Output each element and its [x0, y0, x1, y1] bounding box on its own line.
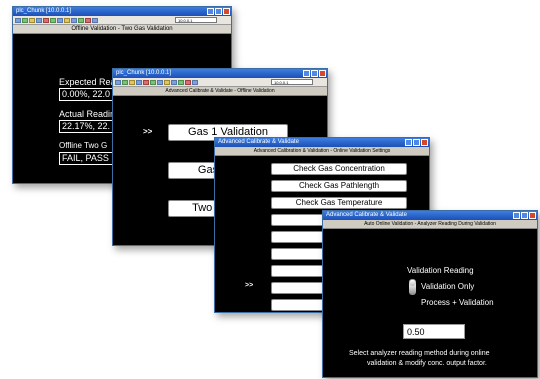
toolbar-icon[interactable] [29, 17, 35, 23]
validation-only-option[interactable]: Validation Only [421, 282, 474, 291]
screen-header: Offline Validation - Two Gas Validation [13, 25, 231, 34]
help-text-line2: validation & modify conc. output factor. [367, 360, 487, 367]
maximize-icon[interactable] [521, 212, 528, 219]
validation-reading-heading: Validation Reading [407, 266, 474, 275]
process-validation-option[interactable]: Process + Validation [421, 298, 494, 307]
toolbar-icon[interactable] [85, 17, 91, 23]
close-icon[interactable] [421, 139, 428, 146]
toolbar: 10.0.0.1 [13, 16, 231, 25]
ip-address-field[interactable]: 10.0.0.1 [175, 17, 217, 23]
window-title: Advanced Calibrate & Validate [218, 139, 299, 145]
close-icon[interactable] [223, 8, 230, 15]
toolbar-icon[interactable] [164, 79, 170, 85]
toolbar-icon[interactable] [22, 17, 28, 23]
window-title: Advanced Calibrate & Validate [326, 212, 407, 218]
window-titlebar: Advanced Calibrate & Validate [323, 211, 537, 220]
toolbar-icon[interactable] [157, 79, 163, 85]
toolbar-icon[interactable] [15, 17, 21, 23]
actual-reading-label: Actual Reading [59, 109, 121, 119]
toolbar-icon[interactable] [78, 17, 84, 23]
screen-header: Advanced Calibration & Validation - Onli… [215, 147, 429, 156]
toolbar-icon[interactable] [71, 17, 77, 23]
screen-header: Auto Online Validation - Analyzer Readin… [323, 220, 537, 229]
check-gas-pathlength-button[interactable]: Check Gas Pathlength [271, 180, 407, 192]
check-gas-temperature-button[interactable]: Check Gas Temperature [271, 197, 407, 209]
toolbar-icon[interactable] [92, 17, 98, 23]
toolbar: 10.0.0.1 [113, 78, 327, 87]
maximize-icon[interactable] [311, 70, 318, 77]
screen-header: Advanced Calibrate & Validate - Offline … [113, 87, 327, 96]
toolbar-icon[interactable] [178, 79, 184, 85]
toolbar-icon[interactable] [192, 79, 198, 85]
output-factor-input[interactable]: 0.50 [403, 324, 465, 339]
window-analyzer-reading: Advanced Calibrate & Validate Auto Onlin… [322, 210, 538, 378]
minimize-icon[interactable] [207, 8, 214, 15]
toolbar-icon[interactable] [150, 79, 156, 85]
window-title: plc_Chunk [10.0.0.1] [116, 70, 172, 76]
help-text-line1: Select analyzer reading method during on… [349, 350, 490, 357]
toolbar-icon[interactable] [50, 17, 56, 23]
toolbar-icon[interactable] [129, 79, 135, 85]
toolbar-icon[interactable] [115, 79, 121, 85]
check-gas-concentration-button[interactable]: Check Gas Concentration [271, 163, 407, 175]
toggle-knob [410, 280, 415, 286]
selection-arrow: >> [143, 127, 153, 136]
toolbar-icon[interactable] [143, 79, 149, 85]
window-titlebar: plc_Chunk [10.0.0.1] [13, 7, 231, 16]
offline-two-gas-label: Offline Two G [59, 141, 108, 150]
maximize-icon[interactable] [215, 8, 222, 15]
toolbar-icon[interactable] [43, 17, 49, 23]
selection-arrow: >> [245, 282, 254, 289]
toolbar-icon[interactable] [185, 79, 191, 85]
window-titlebar: Advanced Calibrate & Validate [215, 138, 429, 147]
toolbar-icon[interactable] [136, 79, 142, 85]
toolbar-icon[interactable] [64, 17, 70, 23]
minimize-icon[interactable] [513, 212, 520, 219]
ip-address-field[interactable]: 10.0.0.1 [271, 79, 313, 85]
window-titlebar: plc_Chunk [10.0.0.1] [113, 69, 327, 78]
maximize-icon[interactable] [413, 139, 420, 146]
minimize-icon[interactable] [303, 70, 310, 77]
toolbar-icon[interactable] [57, 17, 63, 23]
toolbar-icon[interactable] [171, 79, 177, 85]
window-title: plc_Chunk [10.0.0.1] [16, 8, 72, 14]
close-icon[interactable] [319, 70, 326, 77]
reading-mode-toggle-switch[interactable] [409, 279, 416, 295]
toolbar-icon[interactable] [122, 79, 128, 85]
minimize-icon[interactable] [405, 139, 412, 146]
toolbar-icon[interactable] [36, 17, 42, 23]
close-icon[interactable] [529, 212, 536, 219]
